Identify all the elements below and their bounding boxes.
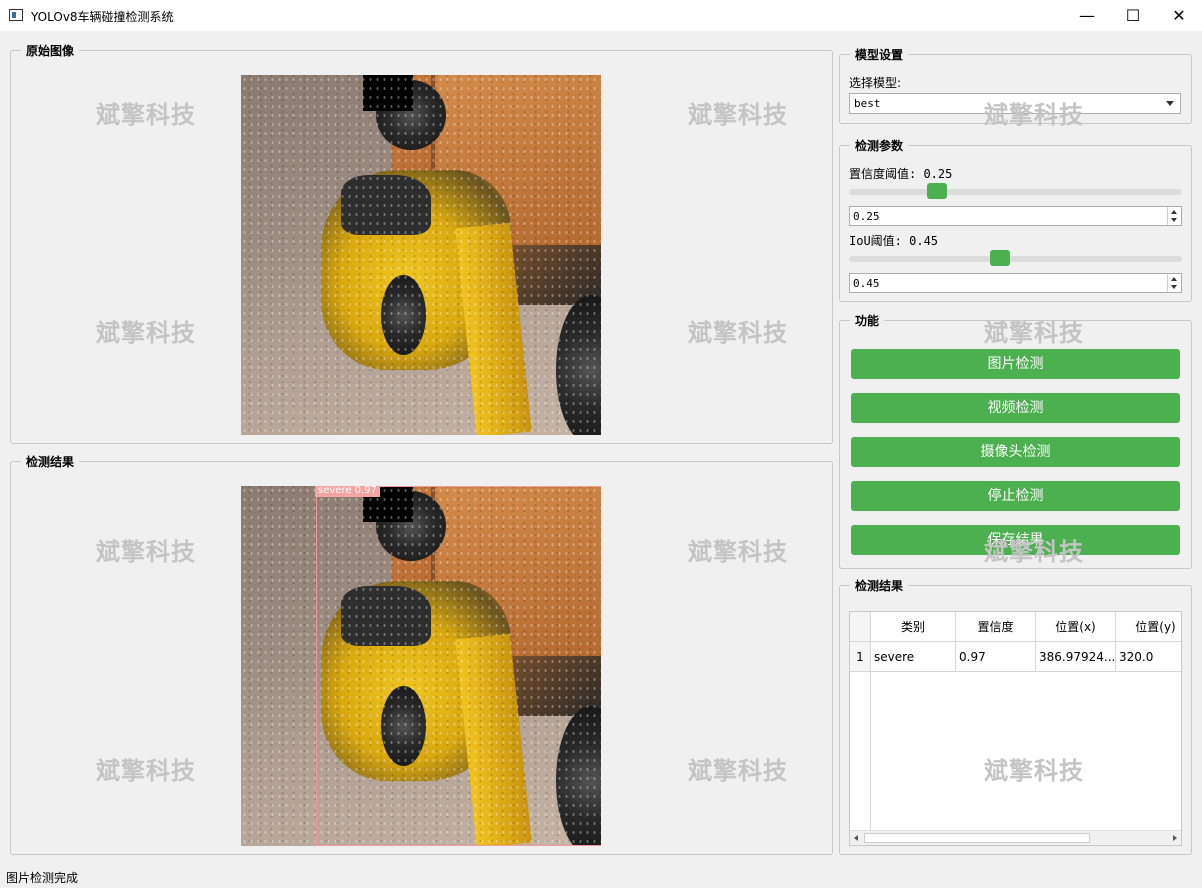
model-settings-title: 模型设置 bbox=[850, 46, 909, 63]
result-image-title: 检测结果 bbox=[21, 453, 80, 470]
iou-slider-handle[interactable] bbox=[990, 250, 1010, 266]
horizontal-scrollbar[interactable] bbox=[850, 830, 1181, 845]
result-image: severe 0.97 bbox=[241, 486, 601, 846]
iou-slider[interactable] bbox=[849, 248, 1182, 268]
model-select-value: best bbox=[854, 97, 881, 110]
functions-title: 功能 bbox=[850, 312, 885, 329]
app-icon bbox=[9, 9, 23, 21]
close-button[interactable]: ✕ bbox=[1156, 0, 1202, 31]
column-header-x[interactable]: 位置(x) bbox=[1036, 612, 1116, 642]
detection-bounding-box bbox=[316, 486, 601, 846]
scroll-right-icon[interactable] bbox=[1173, 835, 1177, 841]
confidence-slider-handle[interactable] bbox=[927, 183, 947, 199]
image-detect-button[interactable]: 图片检测 bbox=[851, 349, 1180, 379]
table-cell-y[interactable]: 320.0 bbox=[1116, 642, 1181, 672]
column-header-confidence[interactable]: 置信度 bbox=[956, 612, 1036, 642]
table-corner bbox=[850, 612, 871, 642]
original-image bbox=[241, 75, 601, 435]
iou-spin-arrows[interactable] bbox=[1167, 274, 1181, 292]
camera-detect-button[interactable]: 摄像头检测 bbox=[851, 437, 1180, 467]
confidence-slider[interactable] bbox=[849, 181, 1182, 201]
original-image-title: 原始图像 bbox=[21, 42, 80, 59]
stop-detect-button[interactable]: 停止检测 bbox=[851, 481, 1180, 511]
column-header-class[interactable]: 类别 bbox=[871, 612, 956, 642]
iou-spinbox[interactable]: 0.45 bbox=[849, 273, 1182, 293]
results-title: 检测结果 bbox=[850, 577, 909, 594]
spin-up-icon bbox=[1171, 277, 1177, 281]
chevron-down-icon bbox=[1166, 101, 1174, 106]
select-model-label: 选择模型: bbox=[849, 76, 902, 90]
confidence-value: 0.25 bbox=[853, 210, 880, 223]
iou-value: 0.45 bbox=[853, 277, 880, 290]
maximize-button[interactable]: ☐ bbox=[1110, 0, 1156, 31]
iou-slider-track bbox=[849, 256, 1182, 262]
scroll-left-icon[interactable] bbox=[854, 835, 858, 841]
table-cell-confidence[interactable]: 0.97 bbox=[956, 642, 1036, 672]
confidence-label: 置信度阈值: 0.25 bbox=[849, 167, 953, 181]
column-header-y[interactable]: 位置(y) bbox=[1116, 612, 1181, 642]
detection-label: severe 0.97 bbox=[315, 486, 380, 497]
minimize-button[interactable]: — bbox=[1064, 0, 1110, 31]
table-cell-class[interactable]: severe bbox=[871, 642, 956, 672]
detection-params-title: 检测参数 bbox=[850, 137, 909, 154]
status-text: 图片检测完成 bbox=[6, 871, 79, 885]
row-header-strip bbox=[850, 672, 871, 832]
title-bar: YOLOv8车辆碰撞检测系统 — ☐ ✕ bbox=[0, 0, 1202, 31]
confidence-spinbox[interactable]: 0.25 bbox=[849, 206, 1182, 226]
confidence-spin-arrows[interactable] bbox=[1167, 207, 1181, 225]
spin-down-icon bbox=[1171, 285, 1177, 289]
results-table[interactable]: 类别 置信度 位置(x) 位置(y) 1 severe 0.97 386.979… bbox=[849, 611, 1182, 846]
window-title: YOLOv8车辆碰撞检测系统 bbox=[31, 10, 174, 24]
save-results-button[interactable]: 保存结果 bbox=[851, 525, 1180, 555]
video-detect-button[interactable]: 视频检测 bbox=[851, 393, 1180, 423]
table-cell-x[interactable]: 386.97924... bbox=[1036, 642, 1116, 672]
confidence-slider-track bbox=[849, 189, 1182, 195]
row-index[interactable]: 1 bbox=[850, 642, 871, 672]
iou-label: IoU阈值: 0.45 bbox=[849, 234, 939, 248]
model-select[interactable]: best bbox=[849, 93, 1181, 114]
scrollbar-thumb[interactable] bbox=[864, 833, 1090, 843]
spin-up-icon bbox=[1171, 210, 1177, 214]
spin-down-icon bbox=[1171, 218, 1177, 222]
